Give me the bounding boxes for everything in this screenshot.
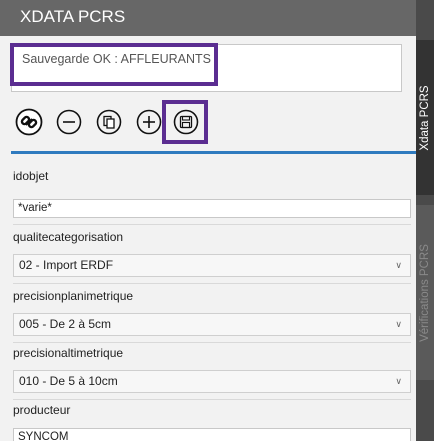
precisionaltimetrique-label: precisionaltimetrique [13,346,124,360]
chevron-down-icon: ∨ [395,319,402,329]
row-divider [13,224,411,225]
chevron-down-icon: ∨ [395,260,402,270]
chevron-down-icon: ∨ [395,376,402,386]
tab-xdata-pcrs-label: Xdata PCRS [419,84,431,151]
producteur-field[interactable]: SYNCOM [13,428,411,441]
plus-circle-icon[interactable] [135,108,163,136]
tab-xdata-pcrs[interactable]: Xdata PCRS [416,40,434,195]
status-highlight-frame [10,43,218,86]
row-divider [13,283,411,284]
tab-verifications-pcrs-label: Vérifications PCRS [419,243,431,342]
save-highlight-frame [162,100,208,144]
tab-verifications-pcrs[interactable]: Vérifications PCRS [416,205,434,380]
toolbar-separator [11,151,416,154]
precisionplanimetrique-label: precisionplanimetrique [13,289,134,303]
minus-circle-icon[interactable] [55,108,83,136]
precisionaltimetrique-select[interactable]: 010 - De 5 à 10cm ∨ [13,370,411,393]
precisionaltimetrique-value: 010 - De 5 à 10cm [19,374,118,388]
row-divider [13,342,411,343]
idobjet-field[interactable]: *varie* [13,199,411,218]
precisionplanimetrique-value: 005 - De 2 à 5cm [19,317,112,331]
qualitecategorisation-label: qualitecategorisation [13,230,124,244]
panel-title: XDATA PCRS [20,7,126,26]
precisionplanimetrique-select[interactable]: 005 - De 2 à 5cm ∨ [13,313,411,336]
side-tab-strip: Xdata PCRS Vérifications PCRS [416,0,434,441]
panel-titlebar: XDATA PCRS [0,0,416,36]
producteur-label: producteur [13,403,71,417]
xdata-panel: XDATA PCRS Sauvegarde OK : AFFLEURANTS i… [0,0,416,441]
qualitecategorisation-value: 02 - Import ERDF [19,258,114,272]
row-divider [13,399,411,400]
link-icon[interactable] [15,108,43,136]
copy-icon[interactable] [95,108,123,136]
idobjet-label: idobjet [13,169,49,183]
qualitecategorisation-select[interactable]: 02 - Import ERDF ∨ [13,254,411,277]
